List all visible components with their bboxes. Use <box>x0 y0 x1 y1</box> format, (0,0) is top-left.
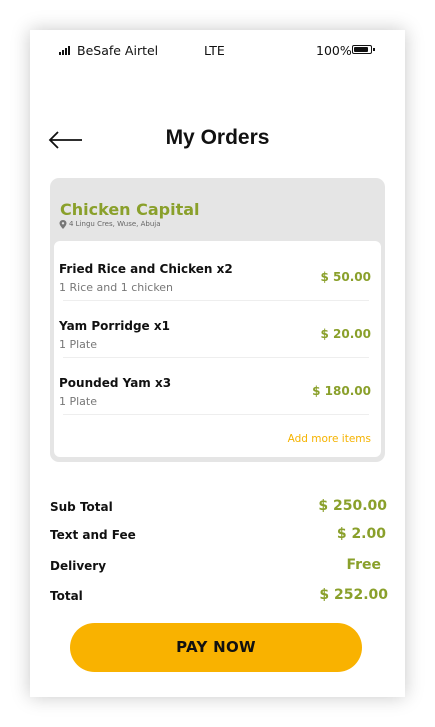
signal-icon <box>59 46 73 55</box>
order-items-list: Fried Rice and Chicken x2 1 Rice and 1 c… <box>54 241 381 457</box>
order-item[interactable]: Yam Porridge x1 1 Plate $ 20.00 <box>54 298 381 358</box>
status-bar: BeSafe Airtel LTE 100% <box>30 30 405 70</box>
page-title: My Orders <box>165 126 270 149</box>
summary-row-subtotal: Sub Total $ 250.00 <box>50 498 387 520</box>
summary-label: Text and Fee <box>50 528 136 542</box>
add-more-items-link[interactable]: Add more items <box>288 433 371 445</box>
carrier-name: BeSafe Airtel <box>77 43 159 58</box>
summary-value: Free <box>346 557 381 573</box>
item-price: $ 180.00 <box>312 384 371 398</box>
order-item[interactable]: Fried Rice and Chicken x2 1 Rice and 1 c… <box>54 241 381 301</box>
summary-value: $ 2.00 <box>336 526 386 542</box>
phone-screen: BeSafe Airtel LTE 100% My Orders Chicken… <box>30 30 405 697</box>
item-name: Yam Porridge x1 <box>59 319 170 333</box>
item-description: 1 Plate <box>59 395 98 408</box>
battery-percentage: 100% <box>316 43 352 58</box>
pay-now-button[interactable]: PAY NOW <box>70 623 362 672</box>
summary-value: $ 250.00 <box>318 498 387 514</box>
battery-icon <box>352 45 375 54</box>
divider <box>63 414 369 415</box>
restaurant-address: 4 Lingu Cres, Wuse, Abuja <box>69 220 161 228</box>
network-type: LTE <box>204 43 225 58</box>
map-pin-icon <box>59 220 67 229</box>
restaurant-card: Chicken Capital 4 Lingu Cres, Wuse, Abuj… <box>50 178 385 462</box>
order-item[interactable]: Pounded Yam x3 1 Plate $ 180.00 <box>54 355 381 415</box>
item-name: Pounded Yam x3 <box>59 376 172 390</box>
summary-label: Total <box>50 589 83 603</box>
summary-label: Sub Total <box>50 500 113 514</box>
summary-label: Delivery <box>50 559 107 573</box>
restaurant-name: Chicken Capital <box>60 200 200 219</box>
summary-value: $ 252.00 <box>319 587 388 603</box>
summary-row-fee: Text and Fee $ 2.00 <box>50 526 386 548</box>
item-description: 1 Plate <box>59 338 98 351</box>
item-price: $ 50.00 <box>320 270 371 284</box>
item-name: Fried Rice and Chicken x2 <box>59 262 233 276</box>
item-price: $ 20.00 <box>320 327 371 341</box>
summary-row-delivery: Delivery Free <box>50 557 381 579</box>
summary-row-total: Total $ 252.00 <box>50 587 388 609</box>
item-description: 1 Rice and 1 chicken <box>59 281 174 294</box>
